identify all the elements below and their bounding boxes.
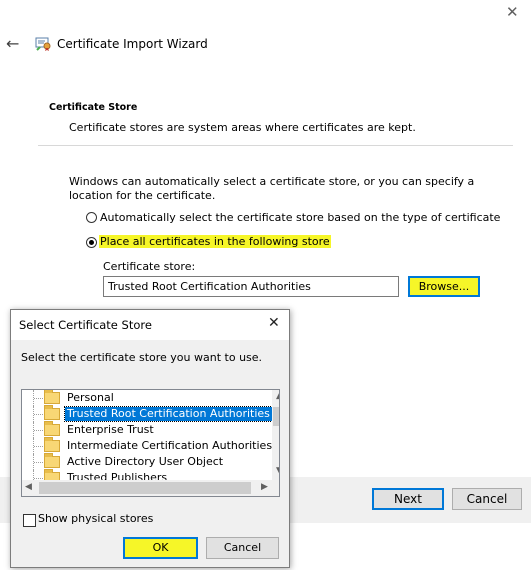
- browse-button[interactable]: Browse...: [408, 276, 480, 297]
- vertical-scroll-thumb[interactable]: [273, 407, 279, 426]
- scroll-left-icon[interactable]: ◀: [25, 482, 32, 492]
- select-certificate-store-dialog: Select Certificate Store ✕ Select the ce…: [10, 309, 290, 568]
- certificate-wizard-icon: [35, 35, 52, 52]
- tree-item-enterprise-trust[interactable]: Enterprise Trust: [22, 421, 262, 438]
- dialog-cancel-button[interactable]: Cancel: [206, 537, 279, 559]
- dialog-title: Select Certificate Store: [19, 318, 152, 332]
- explanation-text: Windows can automatically select a certi…: [69, 175, 475, 202]
- folder-icon: [44, 453, 60, 468]
- show-physical-stores-checkbox[interactable]: [23, 514, 36, 527]
- tree-item-label: Intermediate Certification Authorities: [67, 439, 273, 452]
- back-arrow-icon[interactable]: ←: [6, 34, 19, 53]
- next-button[interactable]: Next: [372, 488, 444, 510]
- section-divider: [38, 145, 513, 146]
- tree-item-trusted-root[interactable]: Trusted Root Certification Authorities: [22, 405, 273, 422]
- dialog-instruction: Select the certificate store you want to…: [21, 351, 263, 364]
- tree-item-active-directory[interactable]: Active Directory User Object: [22, 453, 262, 470]
- scroll-up-icon[interactable]: ▲: [276, 391, 279, 401]
- show-physical-stores-label[interactable]: Show physical stores: [38, 512, 153, 525]
- tree-item-label: Enterprise Trust: [67, 423, 154, 436]
- radio-place-in-store[interactable]: [86, 237, 97, 248]
- scrollbar-corner: [272, 480, 279, 496]
- radio-auto-select-label[interactable]: Automatically select the certificate sto…: [100, 211, 500, 224]
- folder-icon: [44, 437, 60, 452]
- tree-item-label: Trusted Root Certification Authorities: [64, 406, 273, 422]
- tree-item-personal[interactable]: Personal: [22, 390, 262, 406]
- tree-item-label: Personal: [67, 391, 114, 404]
- radio-auto-select[interactable]: [86, 212, 97, 223]
- tree-item-intermediate[interactable]: Intermediate Certification Authorities: [22, 437, 272, 454]
- certificate-store-field[interactable]: Trusted Root Certification Authorities: [103, 276, 399, 297]
- wizard-title: Certificate Import Wizard: [57, 37, 208, 51]
- scroll-right-icon[interactable]: ▶: [261, 482, 268, 492]
- folder-icon: [44, 390, 60, 404]
- folder-icon: [44, 405, 60, 420]
- folder-icon: [44, 421, 60, 436]
- ok-button[interactable]: OK: [123, 537, 198, 559]
- store-tree[interactable]: Personal Trusted Root Certification Auth…: [21, 389, 280, 497]
- scroll-down-icon[interactable]: ▼: [276, 466, 279, 476]
- tree-item-label: Active Directory User Object: [67, 455, 224, 468]
- cancel-button[interactable]: Cancel: [452, 488, 522, 510]
- section-description: Certificate stores are system areas wher…: [69, 121, 416, 134]
- dialog-close-icon[interactable]: ✕: [268, 315, 280, 331]
- radio-place-in-store-label[interactable]: Place all certificates in the following …: [99, 235, 331, 248]
- section-title: Certificate Store: [49, 102, 138, 113]
- certificate-store-label: Certificate store:: [103, 260, 196, 273]
- horizontal-scroll-thumb[interactable]: [39, 482, 251, 494]
- close-icon[interactable]: ✕: [506, 3, 519, 21]
